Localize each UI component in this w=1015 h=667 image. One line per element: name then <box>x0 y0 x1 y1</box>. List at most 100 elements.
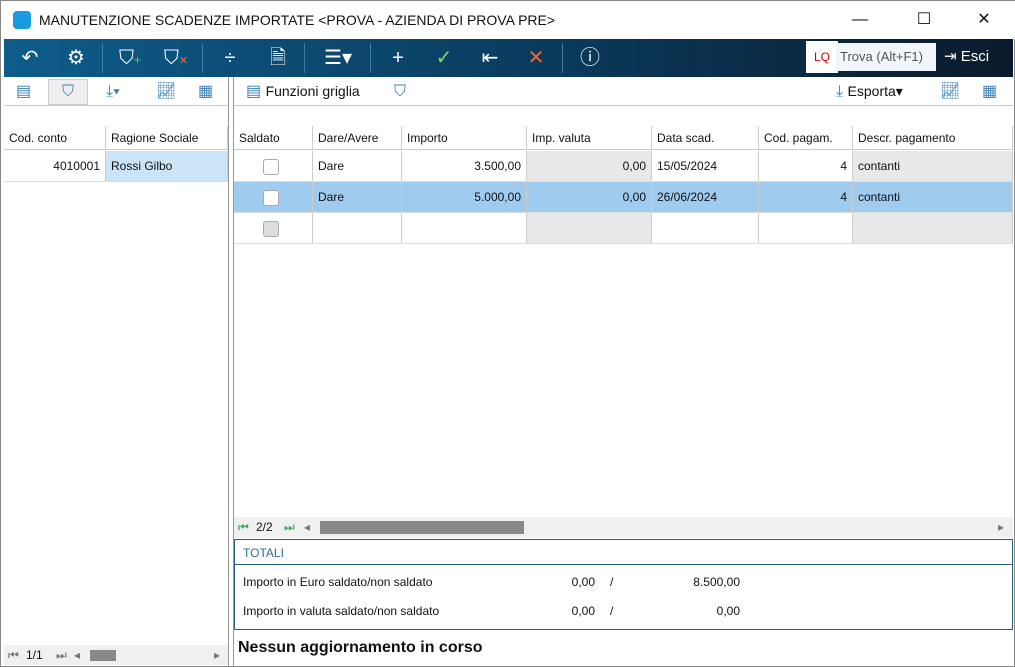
data-scad-cell: 15/05/2024 <box>652 151 759 181</box>
totals-separator: / <box>610 575 614 589</box>
totals-title: TOTALI <box>243 546 284 560</box>
dare-avere-cell <box>313 213 402 243</box>
grid-icon[interactable]: ▦ <box>198 77 213 106</box>
cod-conto-cell: 4010001 <box>4 151 106 181</box>
totals-euro-saldato: 0,00 <box>571 575 595 589</box>
data-scad-cell: 26/06/2024 <box>652 182 759 212</box>
totals-valuta-non-saldato: 0,00 <box>716 604 740 618</box>
descr-pagamento-cell: contanti <box>853 182 1013 212</box>
scroll-left-icon[interactable]: ◂ <box>74 645 80 665</box>
scroll-left-icon[interactable]: ◂ <box>304 517 310 538</box>
exit-label: Esci <box>960 48 990 65</box>
importo-cell <box>402 213 527 243</box>
first-page-icon[interactable]: ⏮ <box>8 645 19 665</box>
totals-separator: / <box>610 604 614 618</box>
list-icon[interactable]: ▤ <box>16 77 31 106</box>
title-bar: MANUTENZIONE SCADENZE IMPORTATE <PROVA -… <box>1 1 1015 39</box>
header-imp-valuta[interactable]: Imp. valuta <box>527 126 652 149</box>
add-filter-icon[interactable]: ⛉+ <box>112 43 148 73</box>
left-grid-header: Cod. conto Ragione Sociale <box>4 126 228 150</box>
exit-button[interactable]: ⇥ Esci <box>944 43 989 71</box>
export-label: Esporta <box>847 83 896 99</box>
exit-icon: ⇥ <box>944 48 961 65</box>
download-icon[interactable]: ⤓▾ <box>106 77 120 106</box>
chart-icon[interactable]: 📈︎ <box>156 77 176 106</box>
table-row[interactable]: Dare 3.500,00 0,00 15/05/2024 4 contanti <box>234 151 1013 182</box>
cod-pagam-cell: 4 <box>759 182 853 212</box>
grid-functions-button[interactable]: ▤ Funzioni griglia <box>246 77 360 106</box>
page-indicator: 2/2 <box>256 520 273 534</box>
h-scrollbar-thumb[interactable] <box>90 650 116 661</box>
cod-pagam-cell <box>759 213 853 243</box>
header-cod-pagam[interactable]: Cod. pagam. <box>759 126 853 149</box>
h-scrollbar-thumb[interactable] <box>320 521 524 534</box>
left-pager: ⏮ 1/1 ⏭ ◂ ▸ <box>4 645 228 665</box>
last-page-icon[interactable]: ⏭ <box>56 645 67 665</box>
dare-avere-cell: Dare <box>313 182 402 212</box>
document-check-icon[interactable]: 🗎 <box>260 43 296 73</box>
add-row-icon[interactable]: + <box>380 43 416 73</box>
main-toolbar: ↶ ⚙ ⛉+ ⛉✕ ÷ 🗎 ☰▾ + ✓ ⇤ ✕ ⓘ LQ Trova (Alt… <box>4 39 1013 77</box>
imp-valuta-cell: 0,00 <box>527 151 652 181</box>
find-input[interactable]: Trova (Alt+F1) <box>836 43 936 71</box>
header-data-scad[interactable]: Data scad. <box>652 126 759 149</box>
grid-icon[interactable]: ▦ <box>982 77 997 106</box>
download-icon: ⤓ <box>836 83 848 100</box>
app-icon <box>13 11 31 29</box>
minimize-button[interactable]: — <box>837 7 883 33</box>
header-cod-conto[interactable]: Cod. conto <box>4 126 106 149</box>
grid-functions-label: Funzioni griglia <box>265 83 360 99</box>
header-ragione-sociale[interactable]: Ragione Sociale <box>106 126 228 149</box>
table-row[interactable]: Dare 5.000,00 0,00 26/06/2024 4 contanti <box>234 182 1013 213</box>
help-icon[interactable]: ⓘ <box>572 43 608 73</box>
filter-icon[interactable]: ⛉ <box>48 79 88 105</box>
ragione-sociale-cell: Rossi Gilbo <box>106 151 228 181</box>
filter-icon[interactable]: ⛉ <box>394 77 406 106</box>
totals-euro-label: Importo in Euro saldato/non saldato <box>243 575 433 589</box>
last-page-icon[interactable]: ⏭ <box>284 517 295 538</box>
maximize-button[interactable]: ☐ <box>901 7 947 33</box>
dare-avere-cell: Dare <box>313 151 402 181</box>
chart-icon[interactable]: 📈︎ <box>940 77 960 106</box>
scroll-right-icon[interactable]: ▸ <box>214 645 220 665</box>
first-page-icon[interactable]: ⏮ <box>238 517 249 538</box>
list-icon: ▤ <box>246 83 266 100</box>
page-indicator: 1/1 <box>26 648 43 662</box>
data-scad-cell <box>652 213 759 243</box>
grid-pager: ⏮ 2/2 ⏭ ◂ ▸ <box>234 517 1013 538</box>
back-icon[interactable]: ↶ <box>12 43 48 73</box>
left-subtoolbar: ▤ ⛉ ⤓▾ 📈︎ ▦ <box>4 77 228 106</box>
imp-valuta-cell <box>527 213 652 243</box>
status-message: Nessun aggiornamento in corso <box>238 639 483 656</box>
table-row[interactable] <box>234 213 1013 244</box>
saldato-checkbox[interactable] <box>263 158 279 175</box>
settings-gear-icon[interactable]: ⚙ <box>58 43 94 73</box>
menu-dropdown-icon[interactable]: ☰▾ <box>318 43 358 73</box>
totals-valuta-saldato: 0,00 <box>571 604 595 618</box>
lq-badge: LQ <box>806 41 838 73</box>
remove-filter-icon[interactable]: ⛉✕ <box>158 43 194 73</box>
saldato-checkbox[interactable] <box>263 220 279 237</box>
scroll-right-icon[interactable]: ▸ <box>998 517 1004 538</box>
left-table-row[interactable]: 4010001 Rossi Gilbo <box>4 151 228 182</box>
descr-pagamento-cell <box>853 213 1013 243</box>
saldato-checkbox[interactable] <box>263 189 279 206</box>
delete-row-icon[interactable]: ✕ <box>518 43 554 73</box>
importo-cell: 5.000,00 <box>402 182 527 212</box>
header-saldato[interactable]: Saldato <box>234 126 313 149</box>
imp-valuta-cell: 0,00 <box>527 182 652 212</box>
header-descr-pagamento[interactable]: Descr. pagamento <box>853 126 1013 149</box>
undo-row-icon[interactable]: ⇤ <box>472 43 508 73</box>
totals-panel: TOTALI Importo in Euro saldato/non salda… <box>234 539 1013 630</box>
right-subtoolbar: ▤ Funzioni griglia ⛉ ⤓ Esporta▾ 📈︎ ▦ <box>234 77 1013 106</box>
importo-cell: 3.500,00 <box>402 151 527 181</box>
header-importo[interactable]: Importo <box>402 126 527 149</box>
grid-header: Saldato Dare/Avere Importo Imp. valuta Data … <box>234 126 1013 150</box>
descr-pagamento-cell: contanti <box>853 151 1013 181</box>
divide-icon[interactable]: ÷ <box>212 43 248 73</box>
header-dare-avere[interactable]: Dare/Avere <box>313 126 402 149</box>
export-button[interactable]: ⤓ Esporta▾ <box>836 77 903 106</box>
totals-valuta-label: Importo in valuta saldato/non saldato <box>243 604 440 618</box>
confirm-icon[interactable]: ✓ <box>426 43 462 73</box>
close-button[interactable]: ✕ <box>961 7 1007 33</box>
